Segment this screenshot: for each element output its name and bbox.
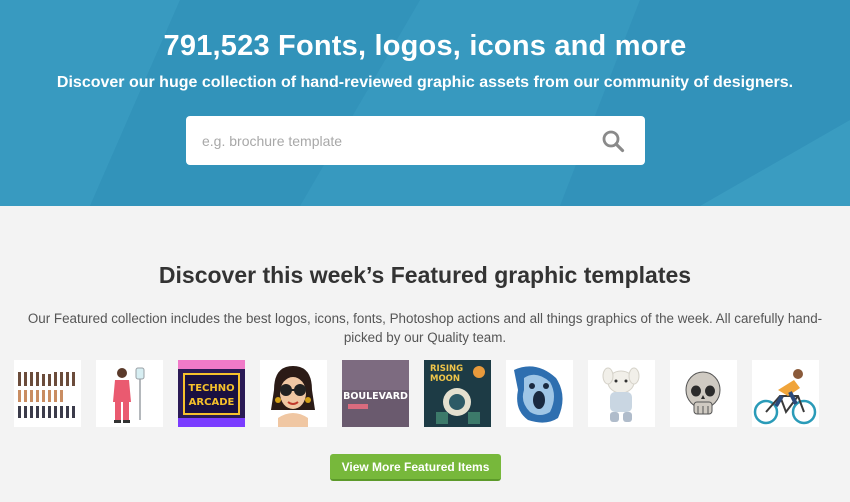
character-creator-kit-thumbnail[interactable]	[14, 360, 81, 427]
featured-title: Discover this week’s Featured graphic te…	[158, 262, 692, 288]
rising-moon-thumbnail[interactable]: RISING MOON	[424, 360, 491, 427]
screaming-face-illustration-thumbnail[interactable]	[506, 360, 573, 427]
view-more-featured-button[interactable]: View More Featured Items	[330, 454, 501, 481]
nurse-illustration-thumbnail[interactable]	[96, 360, 163, 427]
search-box	[186, 116, 645, 165]
hero-title: 791,523 Fonts, logos, icons and more	[163, 30, 687, 62]
svg-text:RISING: RISING	[430, 364, 463, 374]
hero-banner: 791,523 Fonts, logos, icons and more Dis…	[0, 0, 850, 206]
svg-text:ARCADE: ARCADE	[189, 397, 235, 408]
woman-sunglasses-illustration-thumbnail[interactable]	[260, 360, 327, 427]
boulevard-font-thumbnail[interactable]: BOULEVARD	[342, 360, 409, 427]
svg-text:MOON: MOON	[430, 374, 460, 384]
techno-arcade-thumbnail[interactable]: TECHNO ARCADE	[178, 360, 245, 427]
svg-text:TECHNO: TECHNO	[188, 383, 234, 394]
cyclist-illustration-thumbnail[interactable]	[752, 360, 819, 427]
featured-description: Our Featured collection includes the bes…	[27, 311, 823, 345]
skull-illustration-thumbnail[interactable]	[670, 360, 737, 427]
search-icon[interactable]	[601, 129, 625, 153]
svg-text:BOULEVARD: BOULEVARD	[343, 391, 408, 402]
plush-toy-mockup-thumbnail[interactable]	[588, 360, 655, 427]
hero-subtitle: Discover our huge collection of hand-rev…	[56, 74, 794, 91]
featured-thumbnails: TECHNO ARCADE BOULEVARD RISING MOON	[14, 360, 836, 428]
search-input[interactable]	[202, 116, 582, 165]
